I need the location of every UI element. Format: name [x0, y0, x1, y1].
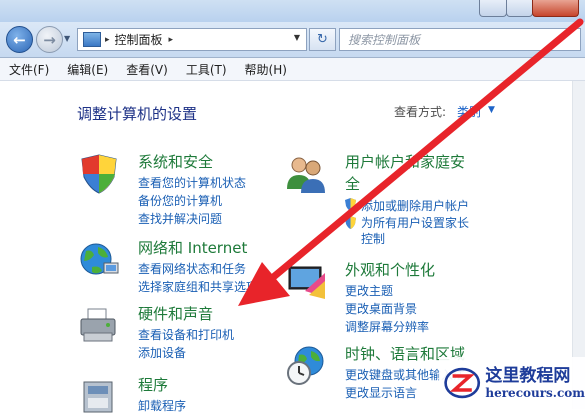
view-by-dropdown-icon[interactable]: ▼ — [488, 105, 495, 115]
refresh-icon: ↻ — [317, 32, 328, 47]
programs-icon — [83, 381, 113, 413]
link-change-theme[interactable]: 更改主题 — [345, 282, 393, 299]
view-by-dropdown[interactable]: 类别 — [457, 103, 481, 120]
refresh-button[interactable]: ↻ — [309, 28, 336, 51]
menu-edit[interactable]: 编辑(E) — [58, 61, 117, 78]
menu-help[interactable]: 帮助(H) — [236, 61, 296, 78]
link-screen-resolution[interactable]: 调整屏幕分辨率 — [345, 318, 429, 335]
menu-tools[interactable]: 工具(T) — [177, 61, 236, 78]
category-title-network[interactable]: 网络和 Internet — [138, 237, 247, 258]
link-uninstall-program[interactable]: 卸载程序 — [138, 397, 186, 414]
view-by-label: 查看方式: — [394, 105, 447, 119]
menu-view[interactable]: 查看(V) — [117, 61, 177, 78]
printer-icon — [80, 308, 116, 342]
breadcrumb-separator[interactable]: ▸ — [105, 35, 110, 45]
link-homegroup-sharing[interactable]: 选择家庭组和共享选项 — [138, 278, 258, 295]
link-network-status[interactable]: 查看网络状态和任务 — [138, 260, 246, 277]
close-button[interactable] — [532, 0, 579, 17]
watermark-title: 这里教程网 — [485, 366, 571, 386]
users-icon — [287, 157, 325, 193]
menu-bar: 文件(F) 编辑(E) 查看(V) 工具(T) 帮助(H) — [0, 58, 585, 81]
uac-shield-icon — [345, 216, 356, 229]
link-add-remove-accounts-label: 添加或删除用户帐户 — [361, 199, 470, 213]
watermark: 这里教程网 herecours.com — [439, 357, 585, 409]
forward-button[interactable]: → — [36, 26, 63, 53]
category-title-users[interactable]: 用户帐户和家庭安全 — [345, 151, 475, 195]
link-change-display-language[interactable]: 更改显示语言 — [345, 384, 417, 401]
network-globe-icon — [80, 243, 119, 275]
category-title-appearance[interactable]: 外观和个性化 — [345, 259, 435, 280]
address-bar[interactable]: ▸ 控制面板 ▸ ▼ — [77, 28, 307, 51]
category-title-programs[interactable]: 程序 — [138, 374, 168, 395]
menu-file[interactable]: 文件(F) — [0, 61, 58, 78]
back-button[interactable]: ← — [6, 26, 33, 53]
minimize-button[interactable] — [479, 0, 507, 17]
appearance-monitor-icon — [288, 266, 325, 299]
link-devices-printers[interactable]: 查看设备和打印机 — [138, 326, 234, 343]
control-panel-icon — [83, 32, 101, 47]
link-backup-computer[interactable]: 备份您的计算机 — [138, 192, 222, 209]
arrow-right-icon: → — [43, 30, 56, 49]
search-box[interactable]: 搜索控制面板 — [339, 28, 581, 51]
title-bar — [0, 0, 585, 22]
link-troubleshoot[interactable]: 查找并解决问题 — [138, 210, 222, 227]
link-change-background[interactable]: 更改桌面背景 — [345, 300, 417, 317]
watermark-url: herecours.com — [485, 386, 585, 400]
maximize-button[interactable] — [506, 0, 533, 17]
shield-icon — [81, 154, 117, 194]
search-input[interactable]: 搜索控制面板 — [348, 31, 420, 48]
page-title: 调整计算机的设置 — [77, 105, 198, 123]
navigation-bar: ← → ▼ ▸ 控制面板 ▸ ▼ ↻ 搜索控制面板 — [0, 22, 585, 58]
category-title-system[interactable]: 系统和安全 — [138, 151, 213, 172]
category-title-hardware[interactable]: 硬件和声音 — [138, 303, 213, 324]
link-add-remove-accounts[interactable]: 添加或删除用户帐户 — [345, 197, 469, 214]
link-view-computer-status[interactable]: 查看您的计算机状态 — [138, 174, 246, 191]
clock-globe-icon — [287, 346, 324, 385]
address-dropdown-icon[interactable]: ▼ — [294, 33, 300, 42]
breadcrumb-control-panel[interactable]: 控制面板 — [115, 31, 163, 48]
link-parental-controls-label: 为所有用户设置家长控制 — [361, 216, 470, 246]
link-parental-controls[interactable]: 为所有用户设置家长控制 — [345, 215, 471, 247]
recent-pages-dropdown-icon[interactable]: ▼ — [64, 34, 70, 43]
watermark-logo-icon — [444, 367, 481, 399]
link-add-device[interactable]: 添加设备 — [138, 344, 186, 361]
breadcrumb-separator-2[interactable]: ▸ — [169, 35, 174, 45]
arrow-left-icon: ← — [13, 30, 26, 49]
uac-shield-icon — [345, 198, 356, 211]
